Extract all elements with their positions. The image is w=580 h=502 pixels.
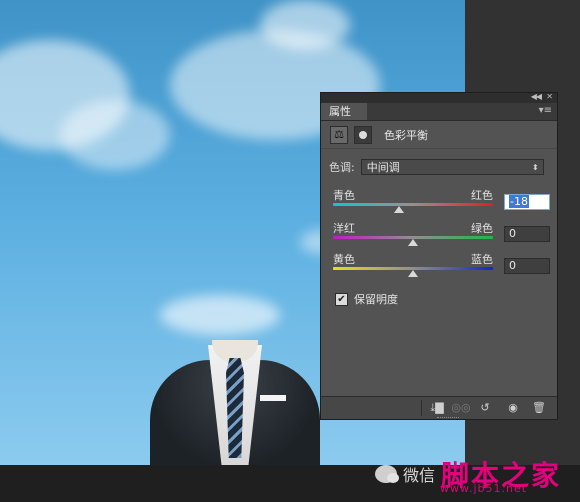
slider-right-label: 绿色 [471, 222, 493, 235]
visibility-eye-icon[interactable]: ◉ [503, 400, 523, 416]
tone-row: 色调: 中间调 ⬍ [329, 159, 544, 175]
panel-footer: ⤓▇ ◎◎ ↺ ◉ 🗑 [321, 396, 557, 419]
adjustment-header: ⚖ 色彩平衡 [321, 121, 557, 149]
preserve-luminosity[interactable]: ✔ 保留明度 [335, 291, 398, 307]
pocket-square [260, 395, 286, 401]
divider [421, 400, 422, 416]
headless-suit-figure [150, 340, 320, 465]
tone-select-value: 中间调 [366, 161, 400, 174]
close-icon[interactable]: ✕ [546, 92, 553, 101]
balance-scale-icon[interactable]: ⚖ [330, 125, 348, 144]
cloud [260, 0, 350, 50]
slider-track[interactable] [333, 203, 493, 206]
adjustment-title: 色彩平衡 [384, 128, 428, 142]
yellow-blue-value-field[interactable]: 0 [504, 258, 550, 274]
properties-panel: ◀◀ ✕ 属性 ▾≡ ⚖ 色彩平衡 色调: 中间调 ⬍ 青色 红色 -18 洋红… [320, 92, 558, 420]
cloud [60, 100, 170, 170]
trash-icon[interactable]: 🗑 [529, 400, 549, 416]
slider-thumb[interactable] [408, 270, 418, 277]
striped-tie [226, 358, 244, 458]
tone-label: 色调: [329, 161, 355, 174]
clip-to-layer-icon[interactable]: ⤓▇ [427, 400, 447, 416]
panel-tabbar: 属性 ▾≡ [321, 103, 557, 121]
slider-yellow-blue: 黄色 蓝色 [333, 251, 493, 277]
slider-thumb[interactable] [393, 206, 404, 213]
preserve-luminosity-checkbox[interactable]: ✔ [335, 292, 348, 306]
cyan-red-value-field[interactable]: -18 [504, 194, 550, 210]
reset-icon[interactable]: ↺ [475, 400, 495, 416]
magenta-green-value-field[interactable]: 0 [504, 226, 550, 242]
slider-right-label: 红色 [471, 189, 493, 202]
slider-cyan-red: 青色 红色 [333, 187, 493, 213]
brand-url: www.jb51.net [440, 482, 528, 495]
resize-grip[interactable] [437, 417, 459, 421]
panel-menu-icon[interactable]: ▾≡ [539, 105, 552, 116]
slider-left-label: 洋红 [333, 222, 355, 235]
layer-mask-icon[interactable] [354, 125, 372, 144]
slider-left-label: 青色 [333, 189, 355, 202]
wechat-text: 微信 [403, 466, 436, 485]
slider-magenta-green: 洋红 绿色 [333, 220, 493, 246]
updown-arrows-icon: ⬍ [532, 163, 539, 172]
tab-properties[interactable]: 属性 [321, 103, 367, 120]
double-chevron-left-icon[interactable]: ◀◀ [531, 92, 542, 101]
wechat-icon [375, 465, 399, 483]
tone-select[interactable]: 中间调 ⬍ [360, 159, 544, 175]
cloud [160, 295, 280, 335]
slider-left-label: 黄色 [333, 253, 355, 266]
view-previous-state-icon[interactable]: ◎◎ [451, 400, 471, 416]
slider-right-label: 蓝色 [471, 253, 493, 266]
panel-title-strip: ◀◀ ✕ [321, 92, 557, 103]
preserve-luminosity-label: 保留明度 [354, 293, 398, 306]
slider-thumb[interactable] [408, 239, 418, 246]
